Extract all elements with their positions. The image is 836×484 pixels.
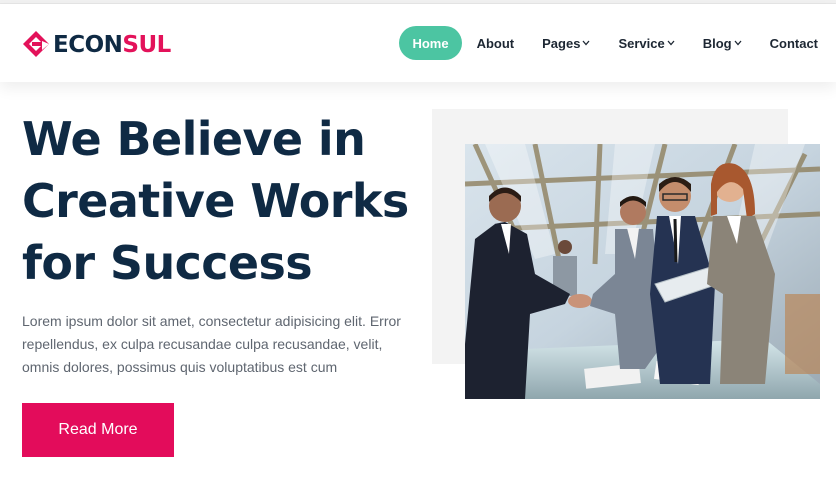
nav-item-contact[interactable]: Contact bbox=[770, 26, 818, 60]
hero-title: We Believe in Creative Works for Success bbox=[22, 108, 422, 294]
chevron-down-icon bbox=[582, 40, 590, 46]
nav-item-blog[interactable]: Blog bbox=[703, 26, 742, 60]
nav-item-label: Service bbox=[618, 35, 665, 51]
business-meeting-photo bbox=[465, 144, 820, 399]
hero-title-line: Creative Works bbox=[22, 174, 409, 228]
logo-icon bbox=[23, 31, 49, 57]
nav-item-home[interactable]: Home bbox=[399, 26, 462, 60]
logo-text-sul: SUL bbox=[122, 31, 171, 58]
read-more-button-label: Read More bbox=[58, 421, 138, 438]
nav-item-label: Home bbox=[412, 35, 449, 51]
hero-description-line: Lorem ipsum dolor sit amet, consectetur … bbox=[22, 313, 401, 329]
nav-item-label: Contact bbox=[769, 35, 818, 51]
chevron-down-icon bbox=[667, 40, 675, 46]
hero-description-line: repellendus, ex culpa recusandae culpa r… bbox=[22, 336, 383, 352]
main-nav: Home About Pages Service Blog Contact bbox=[399, 26, 836, 60]
logo-text: ECONSUL bbox=[53, 31, 171, 58]
hero-title-line: for Success bbox=[22, 236, 313, 290]
nav-item-service[interactable]: Service bbox=[618, 26, 675, 60]
hero-description: Lorem ipsum dolor sit amet, consectetur … bbox=[22, 310, 412, 379]
read-more-button[interactable]: Read More bbox=[22, 403, 174, 457]
nav-item-label: Blog bbox=[702, 35, 732, 51]
logo[interactable]: ECONSUL bbox=[22, 30, 171, 60]
site-header: ECONSUL Home About Pages Service Blog Co… bbox=[0, 4, 836, 82]
chevron-down-icon bbox=[734, 40, 742, 46]
hero-image bbox=[465, 144, 820, 399]
nav-item-pages[interactable]: Pages bbox=[542, 26, 590, 60]
hero-description-line: omnis dolores, possimus quis voluptatibu… bbox=[22, 359, 338, 375]
nav-item-label: About bbox=[476, 35, 515, 51]
logo-text-econ: ECON bbox=[53, 31, 123, 58]
nav-item-about[interactable]: About bbox=[477, 26, 515, 60]
hero-title-line: We Believe in bbox=[22, 112, 366, 166]
nav-item-label: Pages bbox=[542, 35, 581, 51]
